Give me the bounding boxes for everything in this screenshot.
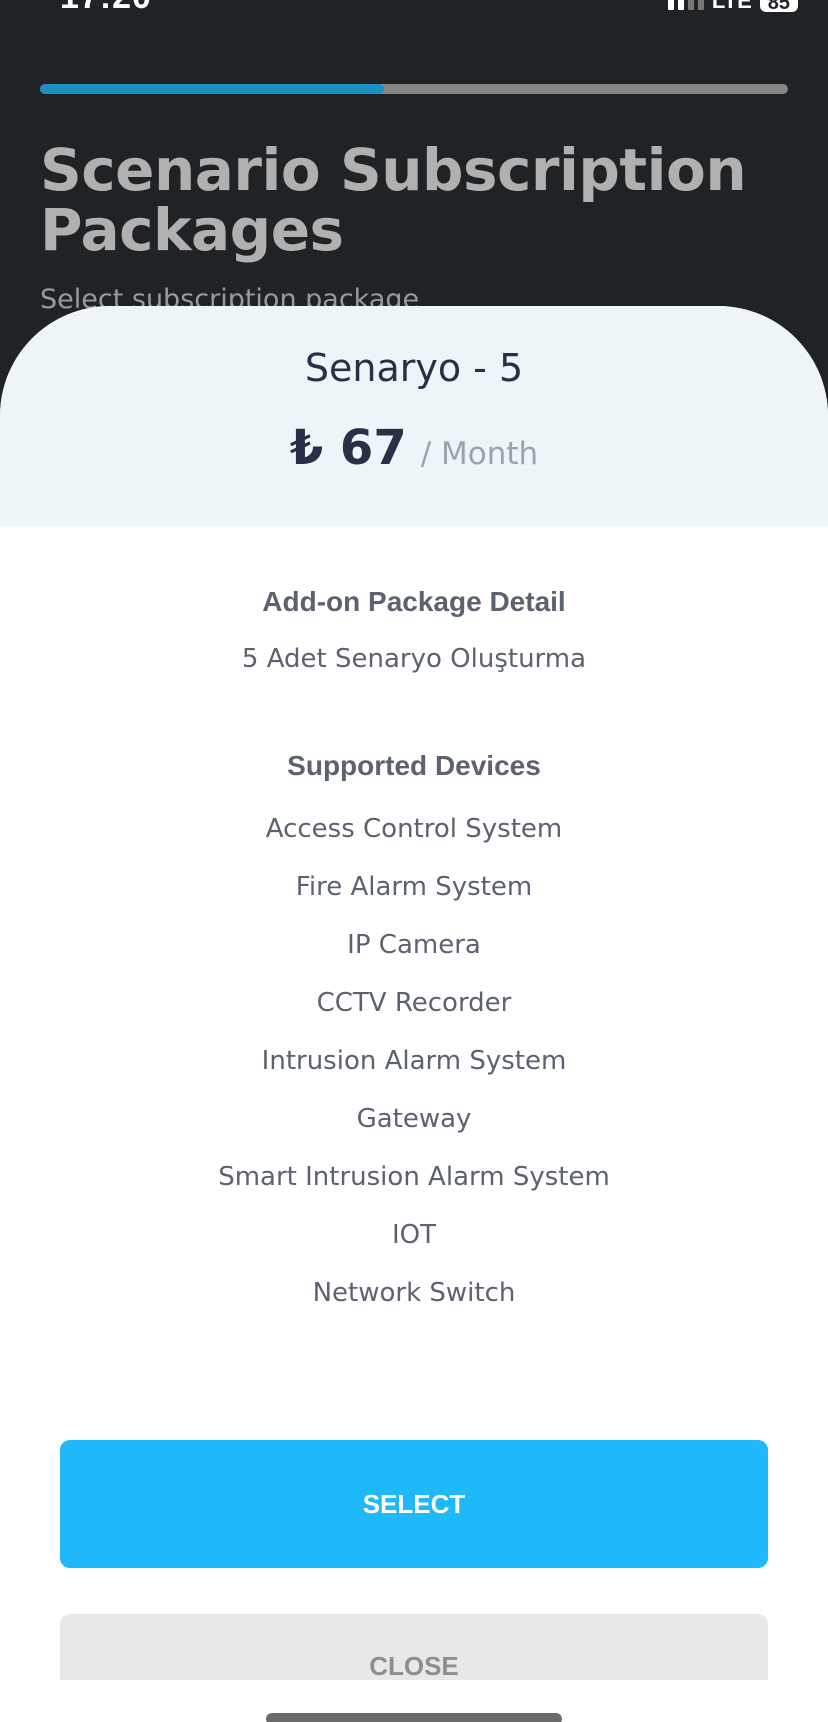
close-button[interactable]: CLOSE [60, 1614, 768, 1680]
device-item: Gateway [356, 1104, 472, 1134]
package-body: Add-on Package Detail 5 Adet Senaryo Olu… [0, 526, 828, 1322]
home-indicator[interactable] [266, 1713, 562, 1722]
battery-icon: 85 [759, 0, 798, 14]
device-item: Intrusion Alarm System [261, 1046, 567, 1076]
select-button[interactable]: SELECT [60, 1440, 768, 1568]
package-name: Senaryo - 5 [304, 346, 524, 390]
device-item: Fire Alarm System [295, 872, 533, 902]
device-item: Network Switch [312, 1278, 516, 1308]
device-item: Access Control System [265, 814, 563, 844]
detail-text: 5 Adet Senaryo Oluşturma [241, 644, 587, 674]
network-type: LTE [711, 0, 752, 13]
step-progress-bar [40, 84, 788, 94]
device-item: IP Camera [347, 930, 481, 960]
detail-heading: Add-on Package Detail [262, 586, 566, 617]
status-indicators: LTE 85 [667, 0, 798, 14]
package-header: Senaryo - 5 ₺ 67 / Month [0, 306, 828, 526]
page-title: Scenario Subscription Packages [40, 136, 747, 264]
package-detail-sheet: Senaryo - 5 ₺ 67 / Month Add-on Package … [0, 306, 828, 1680]
device-item: Smart Intrusion Alarm System [218, 1162, 610, 1192]
price-row: ₺ 67 / Month [0, 420, 828, 476]
devices-heading: Supported Devices [287, 750, 541, 781]
package-price: ₺ 67 [289, 420, 407, 476]
close-button-label: CLOSE [369, 1650, 459, 1681]
status-bar: 17:20 LTE 85 [0, 0, 828, 20]
status-time: 17:20 [60, 0, 152, 17]
device-item: CCTV Recorder [316, 988, 512, 1018]
device-item: IOT [391, 1220, 436, 1250]
signal-icon [667, 0, 704, 10]
step-progress-fill [40, 84, 385, 94]
device-list: Access Control System Fire Alarm System … [0, 800, 828, 1322]
price-period: / Month [420, 436, 539, 472]
